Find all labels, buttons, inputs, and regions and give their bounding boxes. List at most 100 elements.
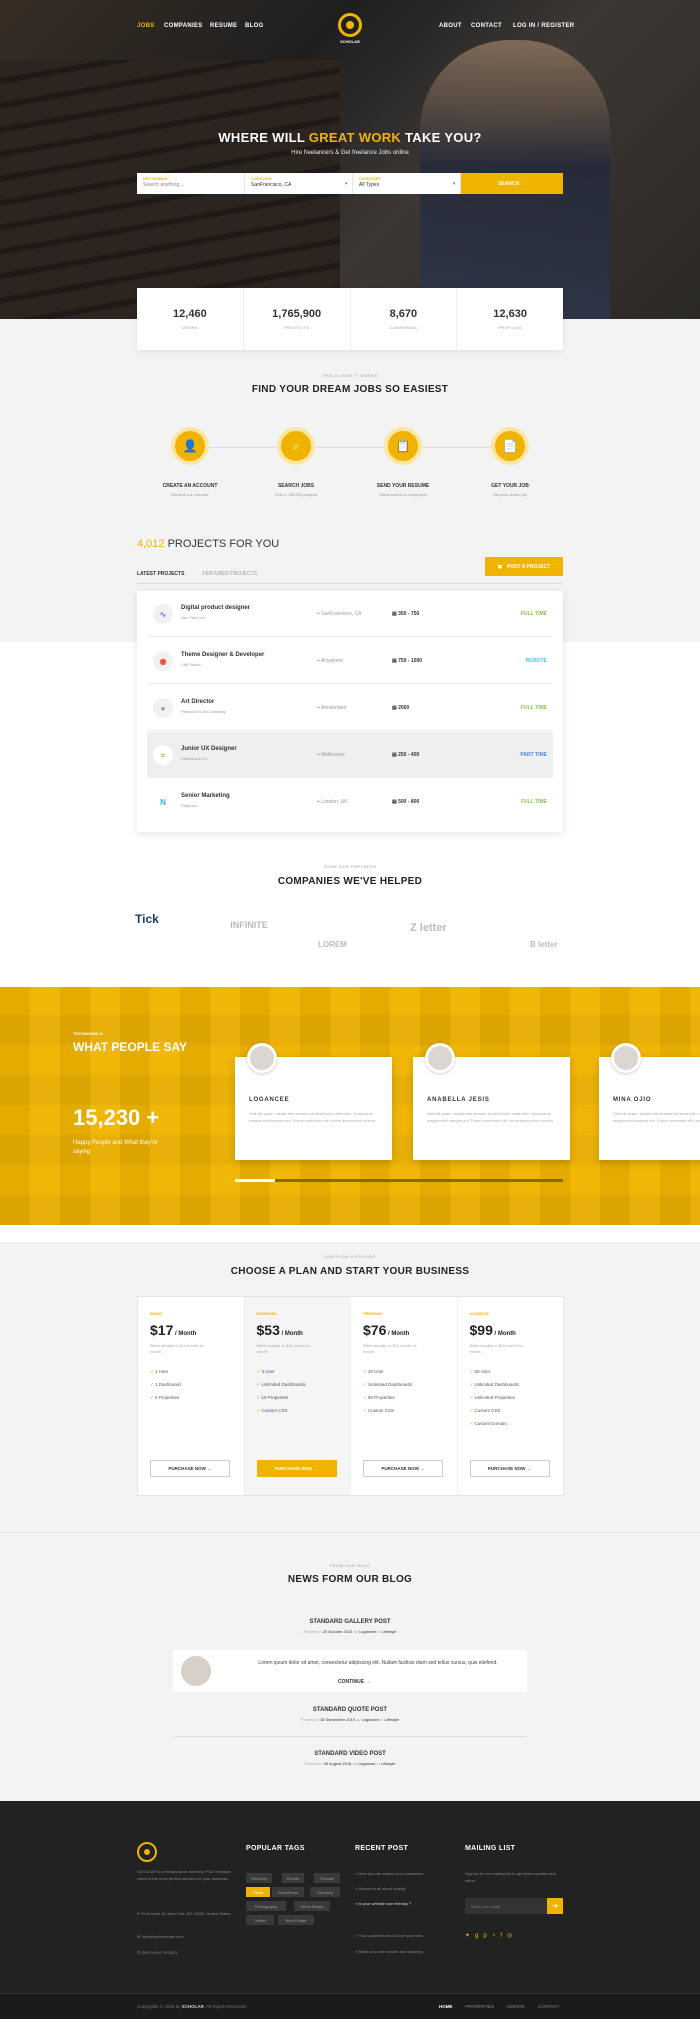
how-title: FIND YOUR DREAM JOBS SO EASIEST [251, 384, 449, 395]
nav-blog[interactable]: BLOG [245, 23, 264, 29]
stat-projects: 1,765,900 PROJECTS [244, 288, 351, 350]
footer-link-contact[interactable]: CONTACT [538, 2004, 559, 2009]
partner-logo-tick[interactable]: Tick [135, 912, 159, 926]
nav-jobs[interactable]: JOBS [137, 23, 155, 29]
partner-logo-b-letter[interactable]: B letter [530, 940, 558, 949]
social-icons[interactable]: ✦gp◔f◎ [465, 1932, 517, 1939]
tag-item[interactable]: Wimo Realty [294, 1901, 330, 1911]
search-button[interactable]: SEARCH → [461, 173, 563, 194]
mailing-list-text: Sign up for our mailing list to get late… [465, 1871, 556, 1883]
partners-title: COMPANIES WE'VE HELPED [277, 876, 423, 887]
plan-premium: PREMIUM $76 / Month Billed anually or $19 … [351, 1297, 458, 1495]
footer-link-agents[interactable]: AGENTS [506, 2004, 525, 2009]
post-project-button[interactable]: ◼ POST A PROJECT [485, 557, 563, 576]
footer-email[interactable]: ✉ hello@yourdomain.com [137, 1933, 184, 1940]
avatar [181, 1656, 211, 1686]
tag-item[interactable]: WordPress [272, 1887, 304, 1897]
testimonials-count-sub: Happy People and What they're saying [73, 1140, 158, 1155]
search-icon: ⌕ [277, 427, 315, 465]
tag-item[interactable]: Envato [282, 1873, 304, 1883]
tag-item[interactable]: Photography [246, 1901, 286, 1911]
plan-ultimate: ULTIMATE $99 / Month Billed anually or $19… [458, 1297, 564, 1495]
nav-companies[interactable]: COMPANIES [164, 23, 203, 29]
table-row[interactable]: ≈ Junior UX Designer ClearScore,UC ⌖ Melbou… [147, 732, 553, 778]
recent-post-link[interactable]: » How you can impact your customers. [355, 1870, 424, 1877]
blog-post-title[interactable]: STANDARD GALLERY POST [137, 1619, 563, 1625]
partners-small-title: SOME OUR PARTNERS [323, 864, 377, 869]
email-field[interactable]: Enter your email [465, 1898, 547, 1914]
stats-box: 12,460 USERS 1,765,900 PROJECTS 8,670 COMPA… [137, 288, 563, 350]
testimonials-scrollbar[interactable] [235, 1179, 563, 1182]
footer-address: ⌖ 79 Orchard St, New York, NY 10002, Uni… [137, 1911, 231, 1916]
tag-item[interactable]: Directory [310, 1887, 340, 1897]
hero-section [0, 0, 700, 319]
purchase-button-ultimate[interactable]: PURCHASE NOW → [469, 1460, 550, 1477]
nav-resume[interactable]: RESUME [210, 23, 237, 29]
project-list: ∿ Digital product designer Alex Tech Inc ⌖ … [137, 591, 563, 832]
testimonial-card: LOGANCEE Sed elit quam, iaculis sed sempe… [235, 1043, 392, 1160]
avatar [611, 1043, 641, 1073]
tag-item[interactable]: Clean [246, 1887, 270, 1897]
footer-link-home[interactable]: HOME [439, 2004, 453, 2009]
tab-featured-projects[interactable]: FEATURED PROJECTS [202, 571, 257, 577]
footer-logo-icon[interactable] [137, 1842, 157, 1862]
twitter-icon: ✦ [465, 1933, 476, 1939]
purchase-button-basic[interactable]: PURCHASE NOW → [150, 1460, 230, 1477]
hero-title: WHERE WILL GREAT WORK TAKE YOU? [218, 130, 482, 145]
location-select[interactable]: LOCATION SanFrancisco, CA ▾ [245, 173, 353, 194]
step-get-job: 📄 GET YOUR JOB Get your dream job [460, 427, 560, 497]
search-bar: KEY WORDS Search anything.... LOCATION San… [137, 173, 563, 194]
mailing-list-title: MAILING LIST [465, 1845, 516, 1852]
footer-link-properties[interactable]: PROPERTIES [465, 2004, 494, 2009]
document-check-icon: 📄 [491, 427, 529, 465]
copyright: Copyrights © 2015 by SCHOLAR. All Rights… [137, 2004, 246, 2009]
tab-latest-projects[interactable]: LATEST PROJECTS [137, 571, 184, 577]
clipboard-icon: 📋 [384, 427, 422, 465]
partner-logo-z-letter[interactable]: Z letter [410, 922, 447, 934]
tag-item[interactable]: Twitter [246, 1915, 274, 1925]
continue-link[interactable]: CONTINUE → [338, 1679, 371, 1685]
chevron-down-icon: ▾ [452, 181, 455, 187]
avatar [425, 1043, 455, 1073]
keywords-field[interactable]: KEY WORDS Search anything.... [137, 173, 245, 194]
footer-about: SCHOLAR is a multipurpose directory PSD … [137, 1869, 231, 1881]
recent-post-link[interactable]: » Is your website user friendly ? [355, 1900, 411, 1907]
nav-contact[interactable]: CONTACT [471, 23, 502, 29]
table-row[interactable]: ● Art Director Pandora ELAN Company ⌖ Amste… [147, 685, 553, 731]
testimonial-card: MINA OJIO Sed elit quam, iaculis sed semp… [599, 1043, 700, 1160]
blog-post: STANDARD VIDEO POST Posted on 06 August 2… [137, 1751, 563, 1766]
blog-excerpt: Lorem ipsum dolor sit amet, consectetur … [258, 1660, 498, 1666]
blog-post-title[interactable]: STANDARD QUOTE POST [137, 1707, 563, 1713]
nav-about[interactable]: ABOUT [439, 23, 462, 29]
partner-logo-lorem[interactable]: LOREM [318, 940, 347, 949]
logo-text: SCHOLAR [340, 39, 360, 44]
plan-basic: BASIC $17 / Month Billed anually or $19 mo… [138, 1297, 245, 1495]
stat-companies: 8,670 COMPANIES [351, 288, 458, 350]
popular-tags-title: POPULAR TAGS [246, 1845, 305, 1852]
blog-excerpt-box: Lorem ipsum dolor sit amet, consectetur … [173, 1650, 527, 1692]
tag-item[interactable]: Directory [246, 1873, 272, 1883]
recent-post-link[interactable]: » Scholar is all about quality. [355, 1885, 406, 1892]
recent-post-link[interactable]: » Make your site smooth and stunning. [355, 1948, 424, 1955]
blog-post: STANDARD QUOTE POST Posted on 15 Septembe… [137, 1707, 563, 1722]
logo-icon[interactable] [338, 13, 362, 37]
table-row[interactable]: ∿ Digital product designer Alex Tech Inc ⌖ … [147, 591, 553, 637]
blog-title: NEWS FORM OUR BLOG [287, 1574, 413, 1585]
partner-logo-infinite[interactable]: INFINITE [214, 920, 284, 930]
blog-post: STANDARD GALLERY POST Posted on 25 Octobe… [137, 1619, 563, 1634]
category-select[interactable]: CATEGORY All Types ▾ [353, 173, 461, 194]
subscribe-arrow-icon[interactable]: ➜ [547, 1898, 563, 1914]
hero-subtitle: Hire freelancers & Get freelance Jobs on… [291, 150, 409, 156]
table-row[interactable]: ◉ Theme Designer & Developer XIM Studio ⌖ A… [147, 638, 553, 684]
purchase-button-business[interactable]: PURCHASE NOW → [256, 1460, 337, 1477]
table-row[interactable]: N Senior Marketing PapyLinc ⌖ London, UK ▤ 5… [147, 779, 553, 825]
purchase-button-premium[interactable]: PURCHASE NOW → [363, 1460, 443, 1477]
scrollbar-thumb[interactable] [235, 1179, 275, 1182]
blog-post-title[interactable]: STANDARD VIDEO POST [137, 1751, 563, 1757]
step-search-jobs: ⌕ SEARCH JOBS Over 1,765,900 projects [246, 427, 346, 497]
nav-login-register[interactable]: LOG IN / REGISTER [513, 23, 574, 29]
tag-item[interactable]: Real Estate [278, 1915, 314, 1925]
recent-post-link[interactable]: » Your customer should love your web. [355, 1932, 424, 1939]
projects-heading: 4,012 PROJECTS FOR YOU [137, 538, 280, 550]
tag-item[interactable]: Themes [314, 1873, 340, 1883]
